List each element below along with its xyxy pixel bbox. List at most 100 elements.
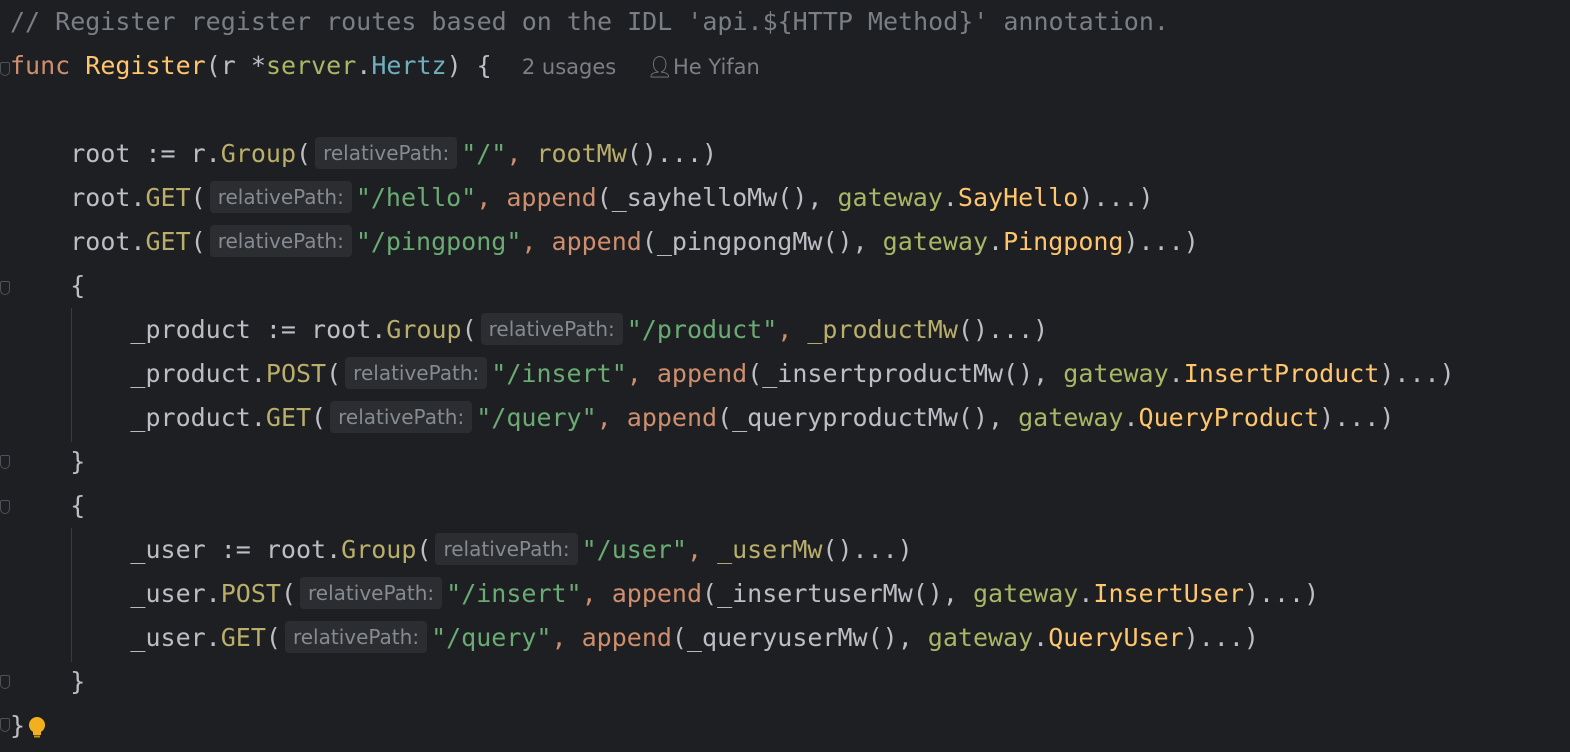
function-call: _userMw (717, 535, 823, 564)
handler-name: QueryProduct (1138, 403, 1320, 432)
code-token: (_queryproductMw(), (717, 403, 1019, 432)
code-token: , (521, 227, 552, 256)
string-literal: "/query" (431, 623, 552, 652)
builtin-call: append (581, 623, 672, 652)
code-token: (_sayhelloMw(), (596, 183, 838, 212)
close-brace: } (70, 667, 86, 696)
method-call: POST (265, 359, 327, 388)
open-brace: { (70, 491, 86, 520)
code-line: _user := root.Group(relativePath: "/user"… (10, 528, 913, 572)
close-paren-brace: ) { (446, 51, 492, 80)
code-token: . (1123, 403, 1139, 432)
string-literal: "/product" (626, 315, 778, 344)
code-token: . (988, 227, 1004, 256)
code-token: (_pingpongMw(), (641, 227, 883, 256)
code-token: ( (326, 359, 342, 388)
handler-name: InsertProduct (1183, 359, 1380, 388)
code-token: )...) (1319, 403, 1395, 432)
string-literal: "/pingpong" (355, 227, 522, 256)
code-token: , (686, 535, 718, 564)
method-call: Group (341, 535, 417, 564)
code-line: _product := root.Group(relativePath: "/pr… (10, 308, 1048, 352)
code-token: _user := root. (130, 535, 342, 564)
function-call: rootMw (536, 139, 627, 168)
code-token: ()...) (626, 139, 718, 168)
string-literal: "/" (461, 139, 507, 168)
method-call: POST (220, 579, 281, 608)
code-token: ( (265, 623, 281, 652)
code-line: { (10, 484, 85, 528)
handler-name: SayHello (957, 183, 1079, 212)
code-line: } (10, 704, 25, 748)
author-hint[interactable]: He Yifan (673, 55, 760, 79)
package-name: gateway (972, 579, 1079, 608)
code-token: (_queryuserMw(), (671, 623, 928, 652)
builtin-call: append (656, 359, 748, 388)
close-brace: } (70, 447, 86, 476)
code-token: . (1078, 579, 1094, 608)
code-token: , (626, 359, 657, 388)
code-line: root := r.Group(relativePath: "/", rootMw… (10, 132, 717, 176)
method-call: Group (386, 315, 462, 344)
code-token: root. (70, 183, 146, 212)
builtin-call: append (551, 227, 642, 256)
person-icon: 👤︎ (646, 55, 673, 79)
fold-marker-icon[interactable] (0, 675, 10, 689)
handler-name: Pingpong (1003, 227, 1124, 256)
method-call: GET (220, 623, 266, 652)
package-name: gateway (882, 227, 989, 256)
string-literal: "/hello" (355, 183, 477, 212)
lightbulb-icon[interactable] (26, 716, 48, 738)
code-token: ( (311, 403, 327, 432)
code-token: , (596, 403, 627, 432)
code-token: root. (70, 227, 146, 256)
function-call: _productMw (807, 315, 958, 344)
code-line: _user.POST(relativePath: "/insert", appen… (10, 572, 1319, 616)
param-hint: relativePath: (480, 313, 623, 345)
code-token: _product := root. (130, 315, 387, 344)
code-token: )...) (1379, 359, 1455, 388)
open-paren: ( (205, 51, 221, 80)
code-token: , (476, 183, 507, 212)
code-token: (_insertproductMw(), (747, 359, 1064, 388)
function-name[interactable]: Register (85, 51, 205, 80)
code-line: _product.GET(relativePath: "/query", appe… (10, 396, 1394, 440)
code-editor[interactable]: // Register register routes based on the… (0, 0, 1570, 752)
param-hint: relativePath: (435, 533, 578, 565)
code-token: , (551, 623, 582, 652)
string-literal: "/insert" (491, 359, 627, 388)
code-token: _user. (130, 623, 221, 652)
builtin-call: append (506, 183, 597, 212)
param-hint: relativePath: (345, 357, 488, 389)
param-name: r (220, 51, 236, 80)
code-token: ( (296, 139, 312, 168)
usages-hint[interactable]: 2 usages (522, 55, 616, 79)
code-token: _product. (130, 359, 266, 388)
string-literal: "/user" (581, 535, 687, 564)
code-token: )...) (1123, 227, 1199, 256)
code-token: ( (416, 535, 432, 564)
param-hint: relativePath: (209, 181, 352, 213)
keyword-func: func (10, 51, 71, 80)
code-token: , (581, 579, 612, 608)
close-brace: } (10, 711, 26, 740)
open-brace: { (70, 271, 86, 300)
code-token: , (506, 139, 537, 168)
code-token: )...) (1183, 623, 1259, 652)
code-token: , (777, 315, 808, 344)
pointer-star: * (235, 51, 266, 80)
func-declaration-line: func Register(r *server.Hertz) { 2 usage… (10, 44, 760, 88)
method-call: GET (145, 183, 191, 212)
code-line: { (10, 264, 85, 308)
fold-marker-icon[interactable] (0, 62, 10, 76)
fold-marker-icon[interactable] (0, 281, 10, 295)
code-line: _product.POST(relativePath: "/insert", ap… (10, 352, 1455, 396)
package-name: gateway (1018, 403, 1124, 432)
code-token: ( (190, 227, 206, 256)
builtin-call: append (626, 403, 718, 432)
fold-marker-icon[interactable] (0, 455, 10, 469)
fold-marker-icon[interactable] (0, 718, 10, 732)
code-token: (_insertuserMw(), (702, 579, 973, 608)
fold-marker-icon[interactable] (0, 500, 10, 514)
code-line: _user.GET(relativePath: "/query", append(… (10, 616, 1259, 660)
